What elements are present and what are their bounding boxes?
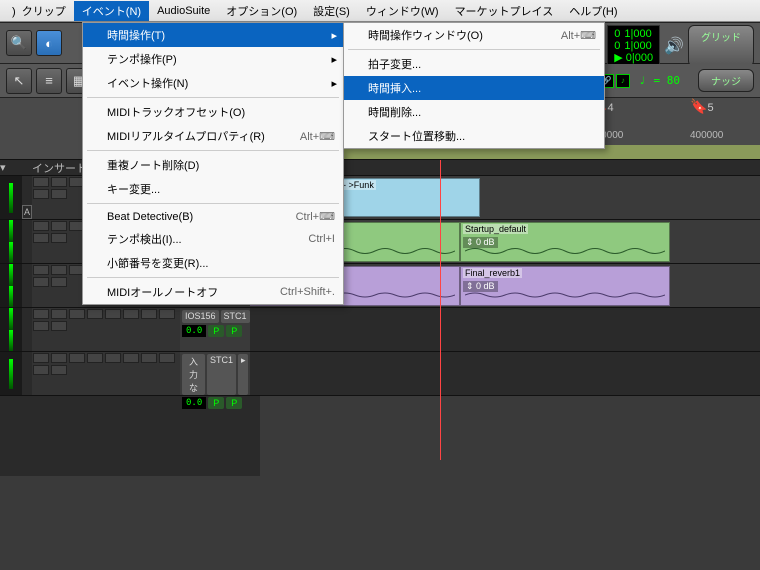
pan-r[interactable]: P — [226, 397, 242, 409]
track-meter — [0, 352, 22, 395]
tool-blue[interactable]: ◐ — [36, 30, 62, 56]
zoom-tool[interactable]: 🔍 — [6, 30, 32, 56]
clip-name: Final_reverb1 — [463, 268, 522, 278]
grid-button[interactable]: グリッド — [688, 25, 754, 67]
clip-lane[interactable] — [250, 308, 760, 351]
track-meter — [0, 264, 22, 307]
menu-audiosuite[interactable]: AudioSuite — [149, 3, 218, 19]
tempo-note: ♩ — [639, 74, 646, 87]
sync-note[interactable]: ♪ — [616, 74, 630, 88]
volume[interactable]: 0.0 — [182, 397, 206, 409]
menu-window[interactable]: ウィンドウ(W) — [358, 1, 447, 21]
submenu-delete-time[interactable]: 時間削除... — [344, 100, 604, 124]
volume[interactable]: 0.0 — [182, 325, 206, 337]
empty-area — [0, 396, 760, 476]
insert-slots[interactable] — [32, 308, 180, 351]
track-meter — [0, 308, 22, 351]
counter-panel: 01|000 01|000 ▶ 0|000 🔊 グリッド — [607, 25, 754, 67]
submenu-insert-time[interactable]: 時間挿入... — [344, 76, 604, 100]
waveform — [465, 245, 665, 257]
menu-clip[interactable]: ) クリップ — [4, 1, 74, 21]
menu-settings[interactable]: 設定(S) — [305, 1, 358, 21]
pan-r[interactable]: P — [226, 325, 242, 337]
menu-midi-offset[interactable]: MIDIトラックオフセット(O) — [83, 100, 343, 124]
arrow-icon: ▸ — [331, 29, 337, 42]
arrow-icon: ▸ — [331, 53, 337, 66]
arrow-icon: ▸ — [331, 77, 337, 90]
submenu-time-window[interactable]: 時間操作ウィンドウ(O)Alt+⌨ — [344, 23, 604, 47]
track-io: IOS156STC1▸ 0.0PP — [180, 308, 250, 351]
track-io: 入力なSTC1▸ 0.0PP — [180, 352, 250, 395]
track-row: 入力なSTC1▸ 0.0PP — [0, 352, 760, 396]
marker-icon[interactable]: 🔖 — [690, 98, 707, 114]
track-row: IOS156STC1▸ 0.0PP — [0, 308, 760, 352]
output-label[interactable]: STC1 — [221, 310, 250, 323]
menu-dup-note[interactable]: 重複ノート削除(D) — [83, 153, 343, 177]
menu-time-ops[interactable]: 時間操作(T)▸ — [83, 23, 343, 47]
clip-lane[interactable] — [250, 352, 760, 395]
separator — [87, 97, 339, 98]
time-ops-submenu: 時間操作ウィンドウ(O)Alt+⌨ 拍子変更... 時間挿入... 時間削除..… — [343, 22, 605, 149]
menu-help[interactable]: ヘルプ(H) — [561, 1, 625, 21]
track-letter[interactable]: A — [22, 205, 32, 219]
menu-renumber-bars[interactable]: 小節番号を変更(R)... — [83, 251, 343, 275]
event-dropdown: 時間操作(T)▸ テンポ操作(P)▸ イベント操作(N)▸ MIDIトラックオフ… — [82, 22, 344, 305]
submenu-meter-change[interactable]: 拍子変更... — [344, 52, 604, 76]
menu-tempo-detect[interactable]: テンポ検出(I)...Ctrl+I — [83, 227, 343, 251]
ruler-tick: 400000 — [690, 130, 723, 141]
speaker-icon[interactable]: 🔊 — [664, 36, 684, 56]
input-label[interactable]: IOS156 — [182, 310, 219, 323]
menu-marketplace[interactable]: マーケットプレイス — [447, 1, 562, 21]
submenu-move-start[interactable]: スタート位置移動... — [344, 124, 604, 148]
menu-midi-rtprops[interactable]: MIDIリアルタイムプロパティ(R)Alt+⌨ — [83, 124, 343, 148]
playhead[interactable] — [440, 160, 441, 460]
audio-clip[interactable]: Startup_default ⇕ 0 dB — [460, 222, 670, 262]
output-label[interactable]: STC1 — [207, 354, 236, 395]
nudge-button[interactable]: ナッジ — [698, 69, 754, 92]
menu-all-notes-off[interactable]: MIDIオールノートオフCtrl+Shift+. — [83, 280, 343, 304]
menu-event[interactable]: イベント(N) — [74, 1, 149, 21]
pan-l[interactable]: P — [208, 397, 224, 409]
menubar: ) クリップ イベント(N) AudioSuite オプション(O) 設定(S)… — [0, 0, 760, 22]
expand-icon[interactable]: ▾ — [0, 161, 22, 174]
menu-options[interactable]: オプション(O) — [218, 1, 305, 21]
waveform — [465, 289, 665, 301]
cursor-tool[interactable]: ↖ — [6, 68, 32, 94]
input-label[interactable]: 入力な — [182, 354, 205, 395]
track-meter — [0, 176, 22, 219]
insert-slots[interactable] — [32, 352, 180, 395]
menu-event-ops[interactable]: イベント操作(N)▸ — [83, 71, 343, 95]
pan-l[interactable]: P — [208, 325, 224, 337]
separator — [348, 49, 600, 50]
tool-a[interactable]: ≡ — [36, 68, 62, 94]
menu-tempo-ops[interactable]: テンポ操作(P)▸ — [83, 47, 343, 71]
io-more[interactable]: ▸ — [238, 354, 248, 395]
audio-clip[interactable]: Final_reverb1 ⇕ 0 dB — [460, 266, 670, 306]
track-meter — [0, 220, 22, 263]
separator — [87, 203, 339, 204]
separator — [87, 277, 339, 278]
menu-key-change[interactable]: キー変更... — [83, 177, 343, 201]
menu-beat-detective[interactable]: Beat Detective(B)Ctrl+⌨ — [83, 206, 343, 227]
clip-name: Startup_default — [463, 224, 528, 234]
main-counter: 01|000 01|000 ▶ 0|000 — [607, 25, 660, 67]
separator — [87, 150, 339, 151]
tempo-value[interactable]: = 80 — [654, 74, 681, 87]
